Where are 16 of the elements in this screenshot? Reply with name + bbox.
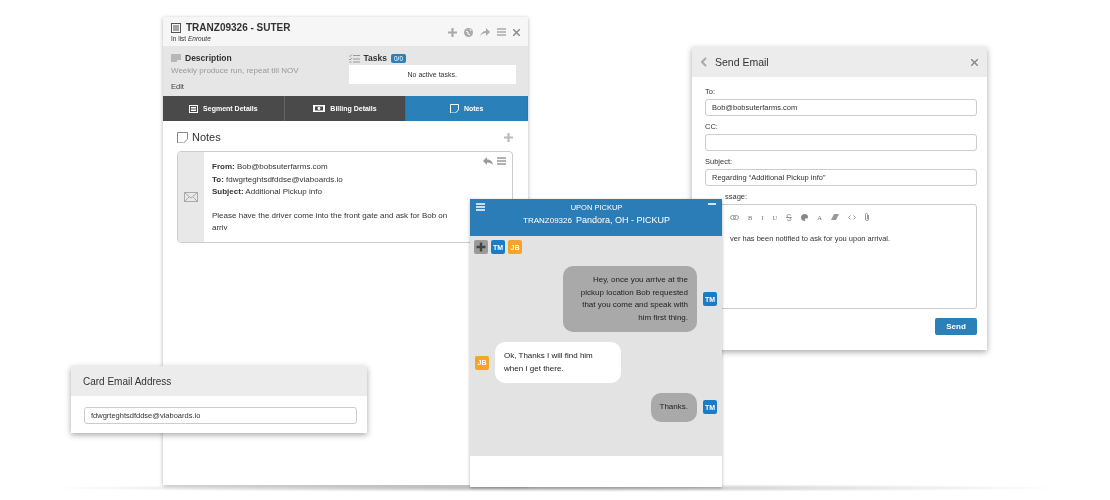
description-heading: Description	[185, 53, 232, 63]
dialog-title: Send Email	[715, 56, 770, 68]
message-bubble: Thanks.	[650, 393, 697, 422]
note-header-line: To: fdwgrteghtsdfddse@viaboards.io	[212, 173, 344, 186]
message-bubble: Ok, Thanks I will find him when I get there.	[495, 342, 621, 383]
notes-heading: Notes	[192, 131, 221, 143]
reference-number: TRANZ09326	[523, 216, 572, 225]
location-text: Pandora, OH - PICKUP	[575, 215, 670, 225]
note-header-line: From: Bob@bobsuterfarms.com	[212, 161, 329, 173]
message-bubble: Hey, once you arrive at the pickup location Bob requested that you come and speak with him first thing.	[563, 266, 697, 332]
tasks-heading: Tasks	[363, 53, 387, 63]
note-text: Please have the driver come into the front gate and ask for Bob on arriv	[212, 209, 449, 234]
ticket-title: TRANZ09326 - SUTER	[186, 22, 291, 33]
note-header-line: Subject: Additional Pickup info	[212, 186, 323, 198]
description-text: Weekly produce run, repeat till NOV	[171, 66, 300, 75]
dialog-title: Card Email Address	[71, 366, 367, 396]
